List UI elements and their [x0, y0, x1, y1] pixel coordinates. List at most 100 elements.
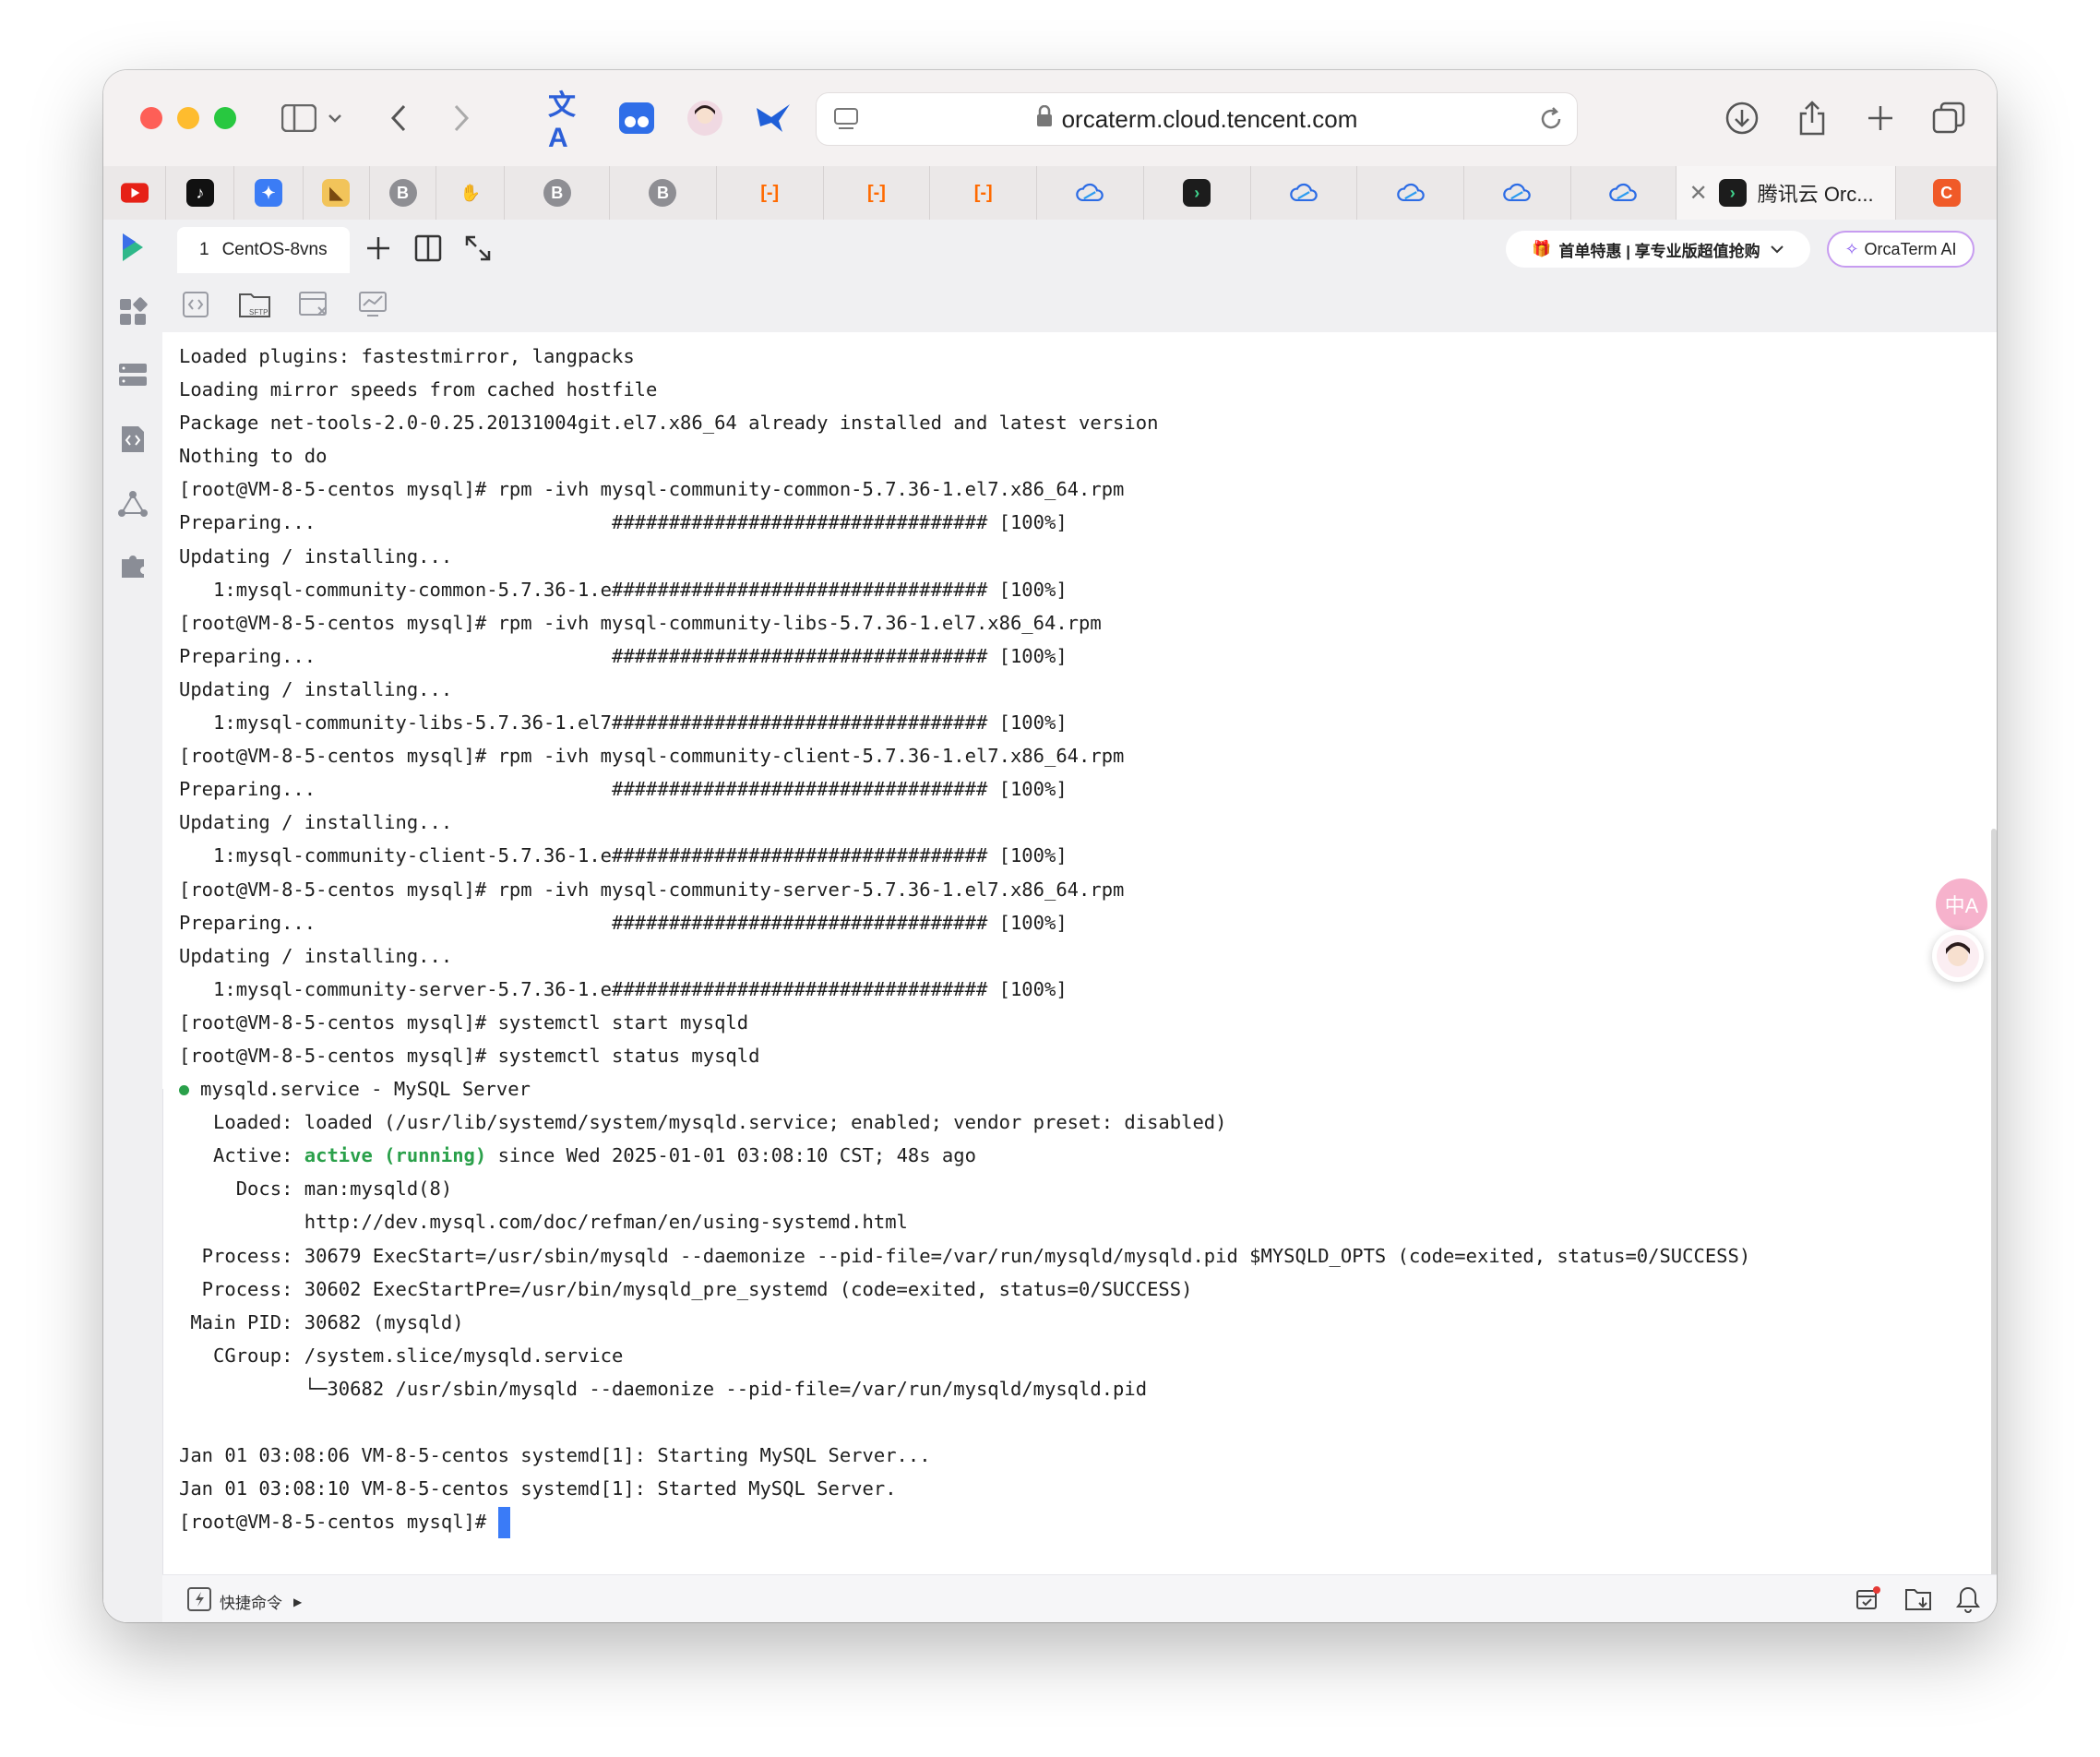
forward-arrow-icon[interactable] [441, 98, 482, 138]
sidebar-toggle-icon[interactable] [279, 98, 319, 138]
tab-orcaterm-active[interactable]: ✕ › 腾讯云 Orc... [1676, 166, 1897, 220]
terminal-line: Active: active (running) since Wed 2025-… [179, 1139, 1980, 1172]
tab-orcaterm-1[interactable]: › [1144, 166, 1251, 220]
chevron-down-icon[interactable] [321, 98, 349, 138]
download-icon[interactable] [1722, 98, 1762, 138]
close-tab-icon[interactable]: ✕ [1689, 180, 1708, 207]
network-topology-icon[interactable] [116, 487, 149, 520]
terminal-line: Preparing... ###########################… [179, 511, 1068, 534]
terminal-line: Main PID: 30682 (mysqld) [179, 1310, 464, 1333]
plugin-icon[interactable] [116, 548, 149, 581]
tab-overview-icon[interactable] [1928, 98, 1969, 138]
code-file-icon[interactable] [116, 423, 149, 456]
orcaterm-icon: › [1183, 179, 1211, 207]
tab-tencent-cloud-3[interactable] [1357, 166, 1465, 220]
active-tab-title: 腾讯云 Orc... [1757, 183, 1874, 206]
tab-strip: ♪ ✦ ◣ B ✋ B B [-] [-] [-] › ✕ › 腾讯云 Orc.… [103, 166, 1997, 221]
tab-b1[interactable]: B [370, 166, 437, 220]
gift-icon: 🎁 [1532, 240, 1552, 257]
terminal-line: Updating / installing... [179, 811, 453, 834]
terminal-line: 1:mysql-community-libs-5.7.36-1.el7#####… [179, 711, 1068, 735]
terminal-line: [root@VM-8-5-centos mysql]# rpm -ivh mys… [179, 878, 1125, 901]
share-icon[interactable] [1792, 98, 1832, 138]
active-status: active (running) [304, 1144, 487, 1167]
terminal-line: [root@VM-8-5-centos mysql]# systemctl st… [179, 1044, 760, 1067]
tab-tencent-cloud-5[interactable] [1571, 166, 1676, 220]
session-log-icon[interactable] [297, 288, 330, 321]
tab-app[interactable]: ✦ [234, 166, 304, 220]
tencent-cloud-icon [1076, 179, 1104, 207]
tab-b2[interactable]: B [505, 166, 611, 220]
tab-aliyun-2[interactable]: [-] [824, 166, 931, 220]
tab-aliyun-1[interactable]: [-] [717, 166, 824, 220]
terminal-output[interactable]: Loaded plugins: fastestmirror, langpacks… [162, 332, 1980, 1539]
tab-pizza[interactable]: ◣ [304, 166, 370, 220]
assistant-avatar-button[interactable] [1932, 930, 1984, 982]
terminal-line: Updating / installing... [179, 677, 453, 700]
app-icon: ✦ [255, 179, 283, 207]
avatar-extension-icon[interactable] [685, 98, 725, 138]
session-tab-index: 1 [199, 240, 209, 259]
terminal-line: Preparing... ###########################… [179, 644, 1068, 667]
reload-icon[interactable] [1538, 106, 1564, 138]
bell-icon[interactable] [1956, 1585, 1980, 1618]
terminal-line: Nothing to do [179, 445, 328, 468]
monitor-icon[interactable] [356, 288, 389, 321]
terminal-line: [root@VM-8-5-centos mysql]# rpm -ivh mys… [179, 745, 1125, 768]
terminal-line: Process: 30679 ExecStart=/usr/sbin/mysql… [179, 1244, 1751, 1267]
sftp-folder-icon[interactable]: SFTP [238, 288, 271, 321]
browser-toolbar: 文A orcaterm.cloud.tencent.com [103, 70, 1997, 167]
terminal-line: mysqld.service - MySQL Server [179, 1072, 1980, 1106]
c-icon: C [1932, 179, 1961, 207]
tab-youtube[interactable] [103, 166, 167, 220]
server-list-icon[interactable] [116, 358, 149, 391]
extension-icon[interactable] [616, 98, 657, 138]
terminal-line: Jan 01 03:08:06 VM-8-5-centos systemd[1]… [179, 1444, 931, 1467]
add-session-icon[interactable] [362, 232, 395, 265]
quick-commands-label: 快捷命令 [220, 1595, 282, 1612]
tencent-cloud-icon [1503, 179, 1532, 207]
tab-b3[interactable]: B [610, 166, 717, 220]
b-icon: B [543, 179, 571, 207]
tab-aliyun-3[interactable]: [-] [930, 166, 1038, 220]
dashboard-icon[interactable] [116, 295, 149, 329]
terminal-scrollbar[interactable] [1991, 829, 1997, 1613]
bird-extension-icon[interactable] [753, 98, 793, 138]
back-arrow-icon[interactable] [378, 98, 419, 138]
url-text: orcaterm.cloud.tencent.com [1061, 104, 1358, 133]
tab-tencent-cloud-4[interactable] [1464, 166, 1571, 220]
quick-commands-button[interactable]: 快捷命令 ▶ [186, 1586, 302, 1617]
tab-tencent-cloud-1[interactable] [1037, 166, 1144, 220]
orcaterm-logo-icon[interactable] [116, 231, 149, 264]
address-bar[interactable]: orcaterm.cloud.tencent.com [816, 92, 1578, 146]
split-view-icon[interactable] [412, 232, 445, 265]
orcaterm-icon: › [1718, 179, 1747, 207]
promo-banner[interactable]: 🎁 首单特惠 | 享专业版超值抢购 [1506, 231, 1810, 268]
tencent-cloud-icon [1609, 179, 1637, 207]
tab-last[interactable]: C [1896, 166, 1997, 220]
new-tab-icon[interactable] [1860, 98, 1901, 138]
aliyun-icon: [-] [973, 182, 993, 203]
terminal-line: Loaded: loaded (/usr/lib/systemd/system/… [179, 1111, 1227, 1134]
tab-tiktok[interactable]: ♪ [166, 166, 235, 220]
terminal-line: Loaded plugins: fastestmirror, langpacks [179, 345, 635, 367]
status-dot-icon [179, 1084, 189, 1095]
minimize-window-button[interactable] [177, 107, 199, 129]
close-window-button[interactable] [140, 107, 162, 129]
translate-float-button[interactable]: 中A [1936, 878, 1987, 930]
ai-button-label: OrcaTerm AI [1864, 239, 1957, 258]
tab-tencent-cloud-2[interactable] [1251, 166, 1358, 220]
terminal-cursor [497, 1507, 510, 1539]
session-tab[interactable]: 1 CentOS-8vns [177, 227, 350, 273]
zoom-window-button[interactable] [214, 107, 236, 129]
calendar-icon[interactable] [1855, 1586, 1880, 1617]
sparkle-icon: ✧ [1844, 239, 1859, 258]
folder-download-icon[interactable] [1904, 1586, 1932, 1617]
fullscreen-icon[interactable] [461, 232, 495, 265]
orcaterm-ai-button[interactable]: ✧ OrcaTerm AI [1827, 231, 1975, 268]
svg-text:SFTP: SFTP [249, 308, 268, 317]
translate-extension-icon[interactable]: 文A [548, 90, 589, 153]
code-snippet-icon[interactable] [179, 288, 212, 321]
tab-hand[interactable]: ✋ [436, 166, 506, 220]
